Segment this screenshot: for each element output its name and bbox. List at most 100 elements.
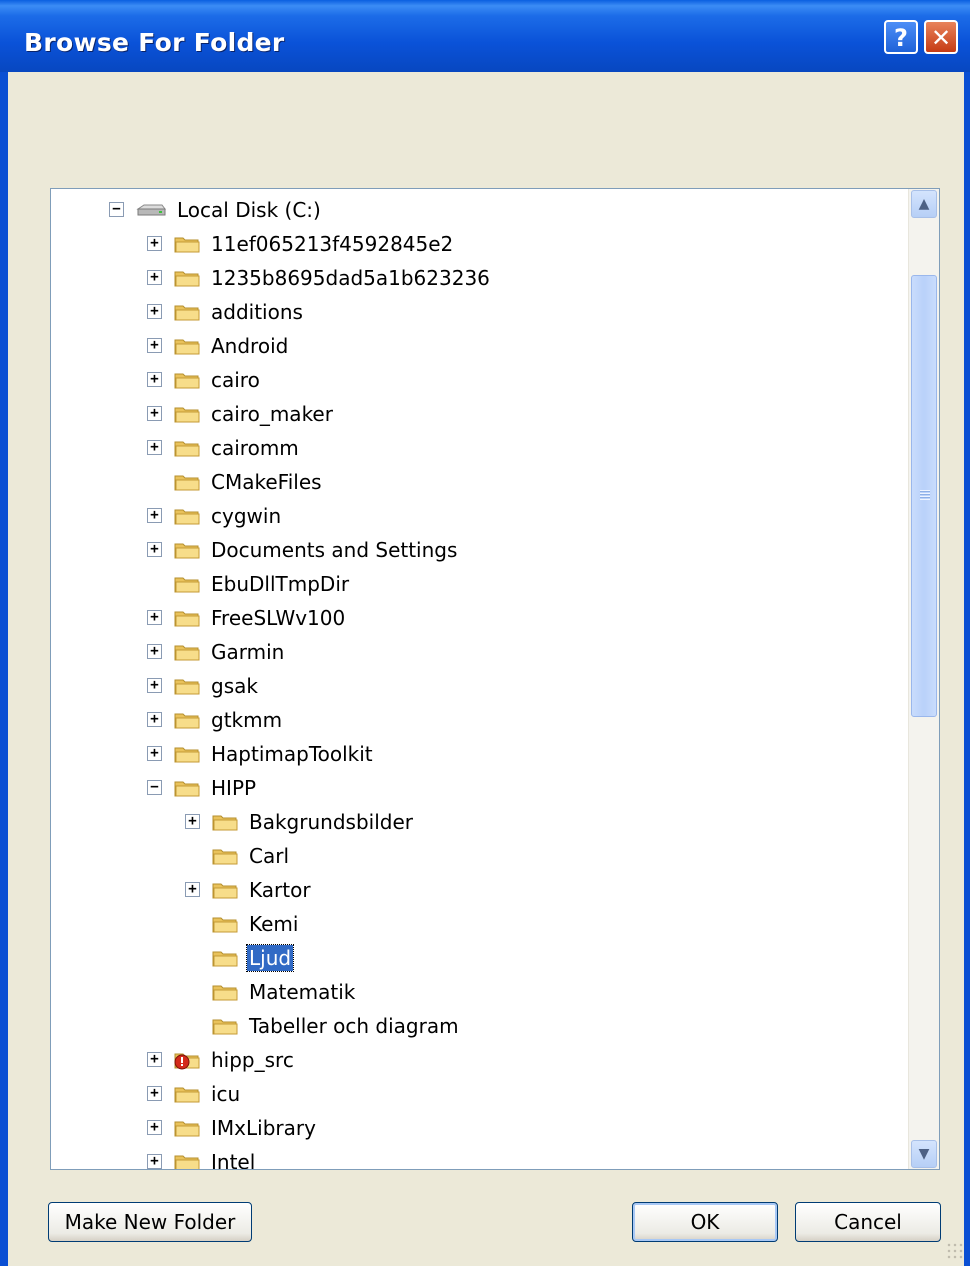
expand-toggle[interactable]: + bbox=[185, 882, 200, 897]
folder-icon bbox=[174, 781, 200, 797]
tree-item-cygwin[interactable]: + cygwin bbox=[51, 499, 906, 533]
folder-icon bbox=[174, 475, 200, 491]
tree-item-label: 11ef065213f4592845e2 bbox=[211, 232, 454, 256]
tree-item-documents-and-settings[interactable]: + Documents and Settings bbox=[51, 533, 906, 567]
folder-icon bbox=[174, 1121, 200, 1137]
tree-item-label: Intel bbox=[211, 1150, 256, 1170]
window-border-left bbox=[0, 72, 8, 1266]
tree-item-label: Matematik bbox=[249, 980, 356, 1004]
tree-item-label: Android bbox=[211, 334, 289, 358]
collapse-toggle[interactable]: − bbox=[147, 780, 162, 795]
title-bar[interactable]: Browse For Folder ? ✕ bbox=[0, 0, 970, 72]
folder-icon bbox=[212, 951, 238, 967]
drive-icon bbox=[136, 204, 166, 216]
scroll-up-button[interactable]: ▲ bbox=[911, 190, 937, 218]
tree-item-cairomm[interactable]: + cairomm bbox=[51, 431, 906, 465]
close-button[interactable]: ✕ bbox=[924, 20, 958, 54]
tree-item-carl[interactable]: Carl bbox=[51, 839, 906, 873]
tree-item-label: cairo bbox=[211, 368, 260, 392]
expand-toggle[interactable]: + bbox=[147, 406, 162, 421]
tree-item-imxlibrary[interactable]: + IMxLibrary bbox=[51, 1111, 906, 1145]
help-button[interactable]: ? bbox=[884, 20, 918, 54]
tree-item-additions[interactable]: + additions bbox=[51, 295, 906, 329]
tree-item-hipp-src[interactable]: + hipp_src bbox=[51, 1043, 906, 1077]
scroll-thumb[interactable] bbox=[911, 275, 937, 717]
tree-item-tabeller-och-diagram[interactable]: Tabeller och diagram bbox=[51, 1009, 906, 1043]
expand-toggle[interactable]: + bbox=[185, 814, 200, 829]
expand-toggle[interactable]: + bbox=[147, 440, 162, 455]
tree-item-ebudlltmpdir[interactable]: EbuDllTmpDir bbox=[51, 567, 906, 601]
tree-item-cairo[interactable]: + cairo bbox=[51, 363, 906, 397]
folder-tree[interactable]: − Local Disk (C:) +11ef065213f4592845e2 +… bbox=[50, 188, 940, 1170]
window-title: Browse For Folder bbox=[24, 28, 285, 57]
expand-toggle[interactable]: + bbox=[147, 610, 162, 625]
folder-icon bbox=[174, 237, 200, 253]
expand-toggle[interactable]: + bbox=[147, 542, 162, 557]
folder-icon bbox=[212, 1019, 238, 1035]
tree-root-drive[interactable]: − Local Disk (C:) bbox=[51, 193, 906, 227]
tree-item-haptimaptoolkit[interactable]: + HaptimapToolkit bbox=[51, 737, 906, 771]
expand-toggle[interactable]: + bbox=[147, 712, 162, 727]
tree-item-intel[interactable]: + Intel bbox=[51, 1145, 906, 1170]
tree-item-android[interactable]: + Android bbox=[51, 329, 906, 363]
folder-icon bbox=[174, 339, 200, 355]
expand-toggle[interactable]: + bbox=[147, 372, 162, 387]
expand-toggle[interactable]: + bbox=[147, 270, 162, 285]
expand-toggle[interactable]: + bbox=[147, 1154, 162, 1169]
expand-toggle[interactable]: + bbox=[147, 1052, 162, 1067]
tree-item-freeslwv100[interactable]: + FreeSLWv100 bbox=[51, 601, 906, 635]
folder-icon bbox=[174, 271, 200, 287]
tree-item-label: Ljud bbox=[245, 944, 295, 972]
folder-icon bbox=[174, 713, 200, 729]
tree-item-label: FreeSLWv100 bbox=[211, 606, 346, 630]
vertical-scrollbar[interactable]: ▲ ▼ bbox=[908, 189, 939, 1169]
tree-item-gtkmm[interactable]: + gtkmm bbox=[51, 703, 906, 737]
tree-item-bakgrundsbilder[interactable]: + Bakgrundsbilder bbox=[51, 805, 906, 839]
tree-root-label: Local Disk (C:) bbox=[177, 198, 321, 222]
expand-toggle[interactable]: + bbox=[147, 644, 162, 659]
expand-toggle[interactable]: + bbox=[147, 1086, 162, 1101]
tree-item-gsak[interactable]: + gsak bbox=[51, 669, 906, 703]
tree-item-label: Carl bbox=[249, 844, 289, 868]
tree-item-label: Documents and Settings bbox=[211, 538, 458, 562]
resize-grip[interactable] bbox=[946, 1242, 964, 1260]
folder-icon bbox=[174, 407, 200, 423]
expand-toggle[interactable]: + bbox=[147, 236, 162, 251]
tree-item-kemi[interactable]: Kemi bbox=[51, 907, 906, 941]
folder-icon bbox=[174, 679, 200, 695]
folder-icon bbox=[174, 577, 200, 593]
tree-item-cmakefiles[interactable]: CMakeFiles bbox=[51, 465, 906, 499]
tree-item-label: EbuDllTmpDir bbox=[211, 572, 350, 596]
tree-item-kartor[interactable]: + Kartor bbox=[51, 873, 906, 907]
expand-toggle[interactable]: + bbox=[147, 1120, 162, 1135]
ok-label: OK bbox=[690, 1210, 720, 1234]
tree-item-label: HaptimapToolkit bbox=[211, 742, 373, 766]
tree-item-hipp[interactable]: − HIPP bbox=[51, 771, 906, 805]
cancel-label: Cancel bbox=[834, 1210, 902, 1234]
tree-item-garmin[interactable]: + Garmin bbox=[51, 635, 906, 669]
tree-item-1235b8695dad5a1b623236[interactable]: +1235b8695dad5a1b623236 bbox=[51, 261, 906, 295]
tree-item-label: hipp_src bbox=[211, 1048, 294, 1072]
expand-toggle[interactable]: + bbox=[147, 508, 162, 523]
expand-toggle[interactable]: + bbox=[147, 678, 162, 693]
folder-icon bbox=[174, 1087, 200, 1103]
tree-item-label: CMakeFiles bbox=[211, 470, 322, 494]
ok-button[interactable]: OK bbox=[632, 1202, 778, 1242]
expand-toggle[interactable]: + bbox=[147, 338, 162, 353]
collapse-toggle[interactable]: − bbox=[109, 202, 124, 217]
folder-icon bbox=[174, 747, 200, 763]
expand-toggle[interactable]: + bbox=[147, 304, 162, 319]
tree-item-icu[interactable]: + icu bbox=[51, 1077, 906, 1111]
tree-item-label: cairomm bbox=[211, 436, 299, 460]
tree-item-matematik[interactable]: Matematik bbox=[51, 975, 906, 1009]
tree-item-ljud[interactable]: Ljud bbox=[51, 941, 906, 975]
tree-item-cairo-maker[interactable]: + cairo_maker bbox=[51, 397, 906, 431]
cancel-button[interactable]: Cancel bbox=[795, 1202, 941, 1242]
expand-toggle[interactable]: + bbox=[147, 746, 162, 761]
folder-icon bbox=[212, 883, 238, 899]
scroll-down-button[interactable]: ▼ bbox=[911, 1140, 937, 1168]
folder-icon bbox=[174, 1155, 200, 1169]
make-new-folder-button[interactable]: Make New Folder bbox=[48, 1202, 252, 1242]
tree-item-label: Kemi bbox=[249, 912, 299, 936]
tree-item-11ef065213f4592845e2[interactable]: +11ef065213f4592845e2 bbox=[51, 227, 906, 261]
